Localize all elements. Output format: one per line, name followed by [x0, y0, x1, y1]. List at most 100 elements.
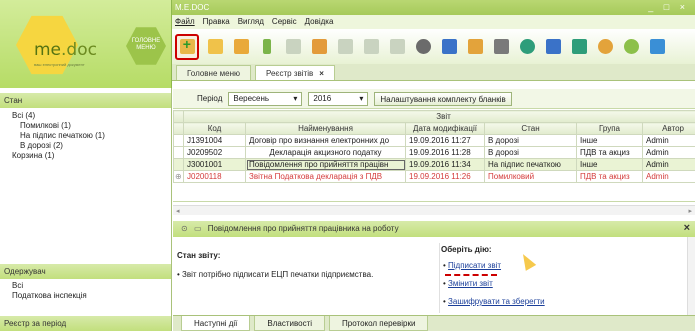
cell-state: На підпис печаткою — [484, 158, 577, 171]
check-button[interactable] — [335, 37, 355, 57]
cell-code: J0200118 — [183, 170, 246, 183]
cell-author: Admin — [641, 158, 695, 171]
col-header-state[interactable]: Стан — [484, 122, 577, 135]
receive-button[interactable] — [517, 37, 537, 57]
table-horizontal-scrollbar[interactable]: ◂ ▸ — [173, 205, 695, 215]
detail-panel: Стан звіту: • Звіт потрібно підписати ЕЦ… — [173, 237, 695, 315]
table-row-selected[interactable]: J3001001 Повідомлення про прийняття прац… — [173, 158, 695, 171]
menu-view[interactable]: Вигляд — [238, 17, 264, 29]
table-row[interactable]: J0209502 Декларація акцизного податку 19… — [173, 146, 695, 159]
table-row[interactable]: J1391004 Договір про визнання електронни… — [173, 134, 695, 147]
state-text-item: • Звіт потрібно підписати ЕЦП печатки пі… — [177, 270, 374, 279]
sign-report-link[interactable]: Підписати звіт — [448, 261, 501, 270]
import-button[interactable] — [257, 37, 277, 57]
window-controls[interactable]: _ □ × — [648, 2, 689, 12]
encrypt-icon — [389, 39, 405, 54]
month-select[interactable]: Вересень ▾ — [228, 91, 303, 106]
menu-edit[interactable]: Правка — [203, 17, 230, 29]
chevron-down-icon: ▾ — [359, 94, 364, 103]
action-label: Оберіть дію: — [441, 245, 492, 254]
sync-icon — [597, 39, 613, 54]
tab-bar: Головне меню Реєстр звітів × — [172, 64, 695, 81]
report-button[interactable] — [543, 37, 563, 57]
col-header-code[interactable]: Код — [183, 122, 246, 135]
toolbar — [172, 29, 695, 64]
col-header-author[interactable]: Автор — [641, 122, 695, 135]
table-row-error[interactable]: ⊕ J0200118 Звітна Податкова декларація з… — [173, 170, 695, 183]
sidebar-item-trash[interactable]: Корзина (1) — [12, 151, 54, 160]
highlight-underline — [445, 274, 497, 276]
cell-name: Звітна Податкова декларація з ПДВ — [245, 170, 406, 183]
cell-state: В дорозі — [484, 146, 577, 159]
cell-date: 19.09.2016 11:34 — [405, 158, 485, 171]
sidebar-item-errors[interactable]: Помилкові (1) — [20, 121, 71, 130]
stack-icon — [311, 39, 327, 54]
copy-button[interactable] — [283, 37, 303, 57]
col-header-name[interactable]: Найменування — [245, 122, 406, 135]
chevron-down-icon: ▾ — [293, 94, 298, 103]
settings-button[interactable] — [413, 37, 433, 57]
encrypt-save-link[interactable]: Зашифрувати та зберегти — [448, 297, 545, 306]
detail-vertical-scrollbar[interactable] — [687, 237, 695, 315]
sidebar-item-to-sign[interactable]: На підпис печаткою (1) — [20, 131, 105, 140]
forms-settings-button[interactable]: Налаштування комплекту бланків — [374, 91, 512, 106]
main-menu-button[interactable]: ГОЛОВНЕ МЕНЮ — [126, 27, 166, 65]
sidebar-item-all[interactable]: Всі (4) — [12, 111, 35, 120]
print-button[interactable] — [439, 37, 459, 57]
cell-code: J0209502 — [183, 146, 246, 159]
bottom-tab-bar: Наступні дії Властивості Протокол переві… — [173, 315, 695, 331]
cell-state: Помилковий — [484, 170, 577, 183]
tab-validation-log[interactable]: Протокол перевірки — [329, 316, 429, 331]
encrypt-button[interactable] — [387, 37, 407, 57]
scroll-right-icon[interactable]: ▸ — [688, 207, 692, 215]
sidebar-header-state: Стан — [0, 93, 171, 108]
delete-button[interactable] — [231, 37, 251, 57]
sidebar-item-tax-office[interactable]: Податкова інспекція — [12, 291, 87, 300]
open-button[interactable] — [205, 37, 225, 57]
sign-icon — [363, 39, 379, 54]
archive-button[interactable] — [491, 37, 511, 57]
collapse-icon[interactable]: ⊙ — [181, 224, 188, 233]
tab-properties[interactable]: Властивості — [254, 316, 326, 331]
reports-table: Звіт Код Найменування Дата модифікації С… — [173, 110, 695, 202]
close-detail-icon[interactable]: × — [684, 222, 690, 234]
send-button[interactable] — [465, 37, 485, 57]
state-text: Звіт потрібно підписати ЕЦП печатки підп… — [182, 270, 374, 279]
receive-icon — [519, 39, 535, 54]
tab-next-actions[interactable]: Наступні дії — [181, 316, 251, 331]
brand-tagline: ваш електронний документ — [34, 62, 85, 67]
shield-button[interactable] — [647, 37, 667, 57]
sync-button[interactable] — [595, 37, 615, 57]
menu-file[interactable]: Файл — [175, 17, 195, 29]
close-tab-icon[interactable]: × — [319, 69, 324, 78]
tab-report-registry[interactable]: Реєстр звітів × — [254, 65, 335, 80]
report-icon — [545, 39, 561, 54]
year-select[interactable]: 2016 ▾ — [308, 91, 369, 106]
create-document-icon — [179, 36, 195, 54]
scroll-left-icon[interactable]: ◂ — [176, 207, 180, 215]
expand-row-icon[interactable]: ⊕ — [173, 170, 184, 183]
sidebar-item-in-transit[interactable]: В дорозі (2) — [20, 141, 63, 150]
menu-service[interactable]: Сервіс — [272, 17, 297, 29]
archive-icon — [493, 39, 509, 54]
cell-date: 19.09.2016 11:26 — [405, 170, 485, 183]
cell-author: Admin — [641, 170, 695, 183]
sign-button[interactable] — [361, 37, 381, 57]
stack-button[interactable] — [309, 37, 329, 57]
edit-report-link[interactable]: Змінити звіт — [448, 279, 493, 288]
create-report-button[interactable] — [175, 33, 199, 60]
cell-code: J3001001 — [183, 158, 246, 171]
menu-help[interactable]: Довідка — [305, 17, 334, 29]
export-button[interactable] — [569, 37, 589, 57]
export-icon — [571, 39, 587, 54]
sidebar-item-receiver-all[interactable]: Всі — [12, 281, 23, 290]
import-icon — [263, 39, 271, 54]
col-header-date[interactable]: Дата модифікації — [405, 122, 485, 135]
menu-bar: Файл Правка Вигляд Сервіс Довідка — [172, 15, 695, 29]
tab-main-menu[interactable]: Головне меню — [176, 65, 251, 80]
col-header-group[interactable]: Група — [576, 122, 643, 135]
refresh-button[interactable] — [621, 37, 641, 57]
print-icon[interactable]: ▭ — [194, 224, 202, 233]
filter-bar: Період Вересень ▾ 2016 ▾ Налаштування комп… — [173, 89, 695, 109]
detail-title: Повідомлення про прийняття працівника на… — [207, 224, 399, 233]
